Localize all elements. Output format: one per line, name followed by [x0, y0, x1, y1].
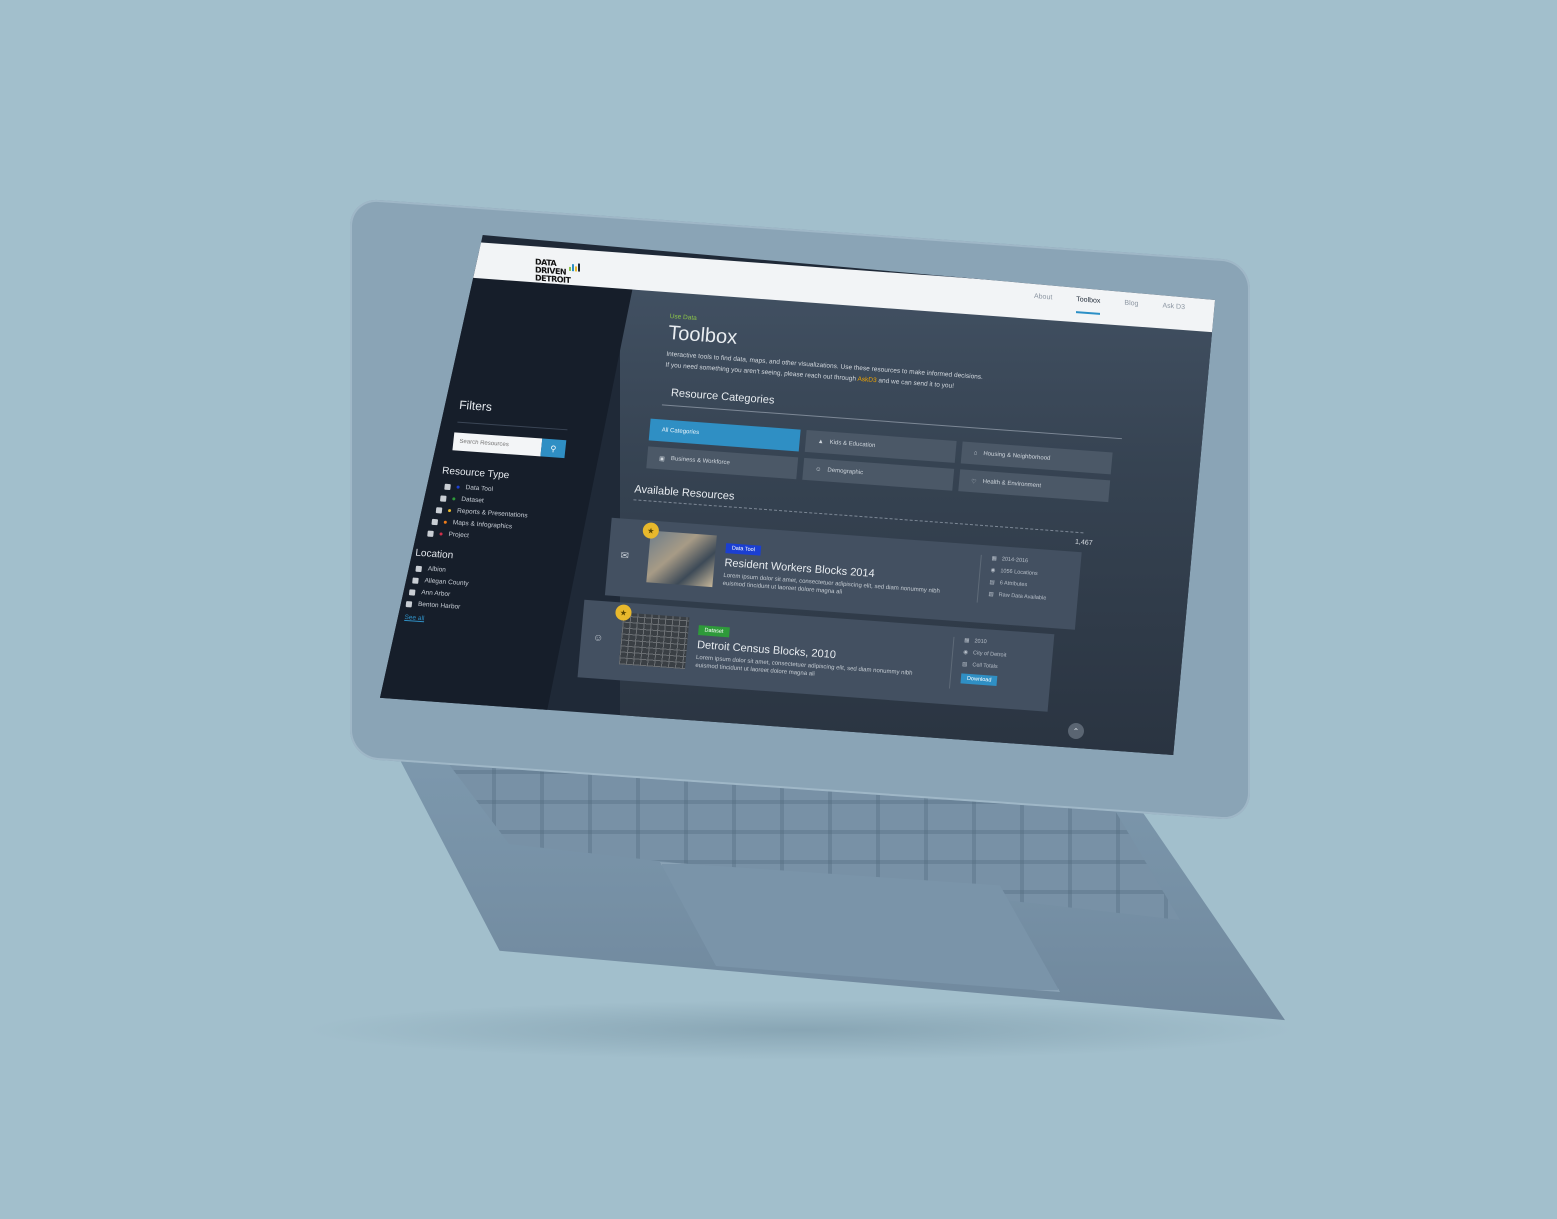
meta-value: 1056 Locations — [1000, 568, 1038, 577]
arrow-up-icon: ⌃ — [1072, 726, 1080, 736]
main-content: Use Data Toolbox Interactive tools to fi… — [577, 313, 1150, 723]
category-kids-education[interactable]: ▲ Kids & Education — [804, 430, 957, 463]
intro-line: and we can send it to you! — [876, 377, 955, 390]
category-label: Health & Environment — [982, 478, 1042, 490]
checkbox[interactable] — [412, 576, 419, 584]
meta-value: Cell Totals — [972, 662, 998, 671]
resource-thumbnail: ★ — [642, 522, 717, 588]
location-pin-icon: ◉ — [962, 649, 969, 656]
checkbox[interactable] — [405, 600, 413, 607]
meta-value: 2014-2016 — [1001, 556, 1029, 565]
nav-toolbox[interactable]: Toolbox — [1076, 296, 1101, 315]
category-label: Housing & Neighborhood — [983, 451, 1051, 462]
type-tag: Dataset — [698, 625, 730, 638]
search-button[interactable]: ⚲ — [540, 438, 567, 459]
calendar-icon: ▦ — [963, 637, 970, 644]
laptop-shadow — [300, 1000, 1300, 1060]
person-icon: ☺ — [814, 466, 822, 474]
type-color-dot — [443, 520, 447, 524]
document-icon: ▤ — [989, 579, 995, 586]
type-color-dot — [452, 497, 456, 501]
briefcase-icon: ▣ — [658, 455, 666, 463]
type-color-dot — [439, 532, 443, 536]
filter-label: Data Tool — [465, 484, 494, 494]
featured-badge-icon: ★ — [642, 522, 660, 540]
category-label: Demographic — [827, 467, 864, 477]
table-icon: ▧ — [961, 661, 968, 668]
download-button[interactable]: Download — [960, 673, 998, 687]
category-label: Business & Workforce — [670, 456, 731, 467]
laptop-screen: DATA DRIVEN DETROIT About Toolbox Blog A… — [380, 235, 1215, 755]
nav-blog[interactable]: Blog — [1124, 300, 1138, 318]
filter-label: Reports & Presentations — [456, 507, 528, 520]
checkbox[interactable] — [444, 483, 451, 490]
type-color-dot — [456, 485, 460, 489]
filter-label: Allegan County — [424, 577, 469, 588]
type-tag: Data Tool — [725, 543, 762, 556]
checkbox[interactable] — [435, 506, 443, 514]
meta-value: 6 Attributes — [999, 580, 1028, 589]
resource-meta: ▦ 2014-2016 ◉ 1056 Locations ▤ 6 Attributes… — [976, 554, 1071, 610]
house-icon: ⌂ — [973, 450, 978, 457]
meta-value: 2010 — [974, 638, 987, 646]
askd3-link[interactable]: AskD3 — [857, 376, 877, 384]
filter-label: Benton Harbor — [417, 600, 461, 611]
meta-value: Raw Data Available — [998, 592, 1047, 602]
search-input[interactable] — [452, 432, 543, 457]
search-box: ⚲ — [452, 432, 567, 459]
category-health[interactable]: ♡ Health & Environment — [958, 469, 1111, 503]
category-business[interactable]: ▣ Business & Workforce — [646, 446, 799, 480]
meta-value: City of Detroit — [972, 650, 1007, 659]
filter-label: Maps & Infographics — [452, 519, 513, 531]
checkbox[interactable] — [408, 588, 416, 596]
logo-bars-icon — [569, 263, 583, 272]
category-label: Kids & Education — [829, 439, 876, 450]
category-all[interactable]: All Categories — [648, 418, 801, 452]
nav-about[interactable]: About — [1034, 293, 1052, 311]
category-housing[interactable]: ⌂ Housing & Neighborhood — [960, 441, 1113, 475]
location-pin-icon: ◉ — [990, 567, 996, 574]
filter-label: Project — [448, 531, 470, 540]
main-nav: About Toolbox Blog Ask D3 — [1034, 293, 1185, 321]
resource-body: Dataset Detroit Census Blocks, 2010 Lore… — [695, 618, 944, 688]
resource-thumbnail: ★ — [614, 604, 690, 670]
divider — [457, 421, 568, 431]
type-color-dot — [447, 508, 452, 513]
page: DATA DRIVEN DETROIT About Toolbox Blog A… — [380, 235, 1215, 755]
envelope-icon[interactable]: ✉ — [620, 529, 641, 563]
scroll-top-button[interactable]: ⌃ — [1068, 723, 1084, 739]
heart-icon: ♡ — [970, 478, 977, 485]
category-label: All Categories — [661, 427, 700, 437]
checkbox[interactable] — [427, 530, 434, 537]
checkbox[interactable] — [415, 565, 423, 572]
person-icon[interactable]: ☺ — [593, 611, 614, 645]
checkbox[interactable] — [431, 518, 439, 525]
category-demographic[interactable]: ☺ Demographic — [802, 457, 955, 491]
see-all-link[interactable]: See all — [404, 614, 425, 622]
resource-meta: ▦ 2010 ◉ City of Detroit ▧ Cell Totals Down… — [948, 636, 1044, 696]
search-icon: ⚲ — [549, 443, 557, 453]
filter-label: Albion — [427, 565, 447, 574]
graduation-cap-icon: ▲ — [817, 438, 824, 446]
calendar-icon: ▦ — [991, 555, 998, 562]
resource-body: Data Tool Resident Workers Blocks 2014 L… — [722, 536, 971, 606]
nav-ask-d3[interactable]: Ask D3 — [1162, 302, 1185, 321]
data-driven-detroit-logo[interactable]: DATA DRIVEN DETROIT — [535, 257, 585, 288]
filter-label: Dataset — [460, 495, 485, 505]
table-icon: ▧ — [988, 591, 994, 598]
featured-badge-icon: ★ — [614, 604, 633, 622]
filter-label: Ann Arbor — [420, 589, 451, 599]
checkbox[interactable] — [440, 494, 447, 502]
